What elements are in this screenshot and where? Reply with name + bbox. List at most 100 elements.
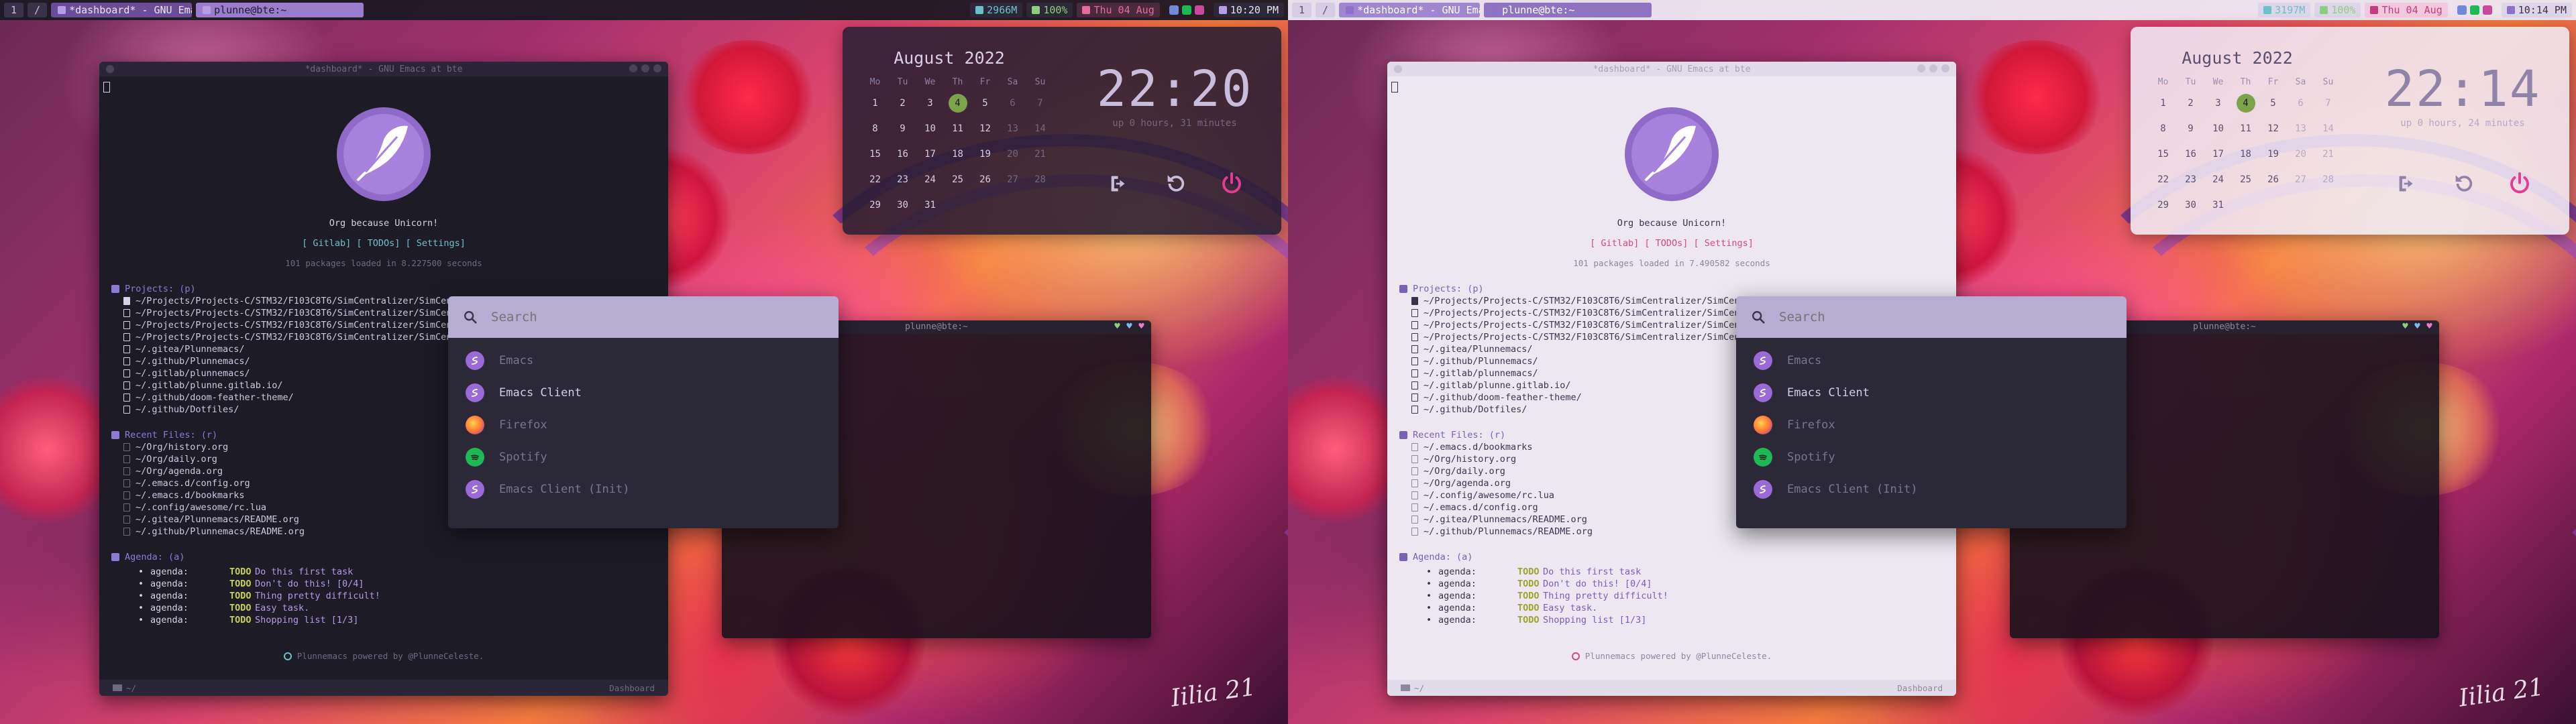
logout-button[interactable]: [1106, 170, 1132, 197]
calendar-day[interactable]: 6: [2287, 91, 2314, 115]
layout-indicator[interactable]: /: [1316, 3, 1336, 17]
agenda-item[interactable]: • agenda: TODO Easy task.: [1399, 602, 1944, 614]
calendar-day[interactable]: 19: [971, 142, 999, 166]
logout-button[interactable]: [2394, 170, 2420, 197]
calendar-day[interactable]: 29: [861, 193, 889, 217]
calendar-day[interactable]: 28: [2314, 168, 2342, 192]
heart-green-icon[interactable]: ♥: [2401, 322, 2410, 331]
calendar-today[interactable]: 4: [944, 91, 971, 115]
emacs-titlebar[interactable]: *dashboard* - GNU Emacs at bte: [99, 62, 668, 76]
layout-indicator[interactable]: /: [28, 3, 48, 17]
agenda-item[interactable]: • agenda: TODO Do this first task: [111, 566, 656, 578]
calendar-day[interactable]: 18: [944, 142, 971, 166]
heart-blue-icon[interactable]: ♥: [2413, 322, 2422, 331]
calendar-day[interactable]: 23: [2177, 168, 2204, 192]
agenda-item[interactable]: • agenda: TODO Don't do this! [0/4]: [1399, 578, 1944, 590]
restart-button[interactable]: [1162, 170, 1189, 197]
agenda-item[interactable]: • agenda: TODO Thing pretty difficult!: [111, 590, 656, 602]
calendar-day[interactable]: 20: [2287, 142, 2314, 166]
launcher-item[interactable]: Spotify: [448, 441, 839, 473]
calendar-day[interactable]: 20: [999, 142, 1026, 166]
calendar-day[interactable]: 10: [916, 117, 944, 141]
calendar-day[interactable]: 21: [2314, 142, 2342, 166]
launcher-search-row[interactable]: [1736, 296, 2127, 338]
calendar-day[interactable]: 11: [944, 117, 971, 141]
calendar-day[interactable]: 30: [2177, 193, 2204, 217]
calendar-day[interactable]: 17: [916, 142, 944, 166]
launcher-item[interactable]: Firefox: [448, 409, 839, 441]
calendar-day[interactable]: 2: [889, 91, 916, 115]
launcher-item[interactable]: Emacs: [1736, 345, 2127, 377]
maximize-icon[interactable]: [641, 64, 649, 72]
agenda-item[interactable]: • agenda: TODO Shopping list [1/3]: [111, 614, 656, 626]
close-icon[interactable]: [653, 64, 661, 72]
taskbar-item-emacs[interactable]: *dashboard* - GNU Emacs…: [51, 3, 193, 17]
emacs-titlebar[interactable]: *dashboard* - GNU Emacs at bte: [1387, 62, 1956, 76]
calendar-day[interactable]: 22: [861, 168, 889, 192]
calendar-day[interactable]: 2: [2177, 91, 2204, 115]
calendar-day[interactable]: 21: [1026, 142, 1054, 166]
calendar-day[interactable]: 7: [1026, 91, 1054, 115]
calendar-day[interactable]: 1: [2149, 91, 2177, 115]
heart-blue-icon[interactable]: ♥: [1125, 322, 1134, 331]
calendar-day[interactable]: 26: [2259, 168, 2287, 192]
discord-icon[interactable]: [1169, 5, 1179, 15]
spotify-tray-icon[interactable]: [2469, 5, 2479, 15]
calendar-day[interactable]: 9: [2177, 117, 2204, 141]
calendar-day[interactable]: 28: [1026, 168, 1054, 192]
calendar-day[interactable]: 24: [916, 168, 944, 192]
tag-indicator[interactable]: 1: [4, 3, 24, 17]
calendar-day[interactable]: 22: [2149, 168, 2177, 192]
taskbar-item-terminal[interactable]: plunne@bte:~: [1484, 3, 1652, 17]
calendar-day[interactable]: 30: [889, 193, 916, 217]
launcher-item[interactable]: Emacs Client: [1736, 377, 2127, 409]
agenda-item[interactable]: • agenda: TODO Do this first task: [1399, 566, 1944, 578]
agenda-item[interactable]: • agenda: TODO Shopping list [1/3]: [1399, 614, 1944, 626]
spotify-tray-icon[interactable]: [1181, 5, 1191, 15]
calendar-day[interactable]: 14: [1026, 117, 1054, 141]
taskbar-item-emacs[interactable]: *dashboard* - GNU Emacs…: [1339, 3, 1481, 17]
heart-pink-icon[interactable]: ♥: [1137, 322, 1146, 331]
dashboard-links[interactable]: [ Gitlab] [ TODOs] [ Settings]: [1399, 237, 1944, 249]
calendar-day[interactable]: 19: [2259, 142, 2287, 166]
calendar-today[interactable]: 4: [2232, 91, 2259, 115]
launcher-item[interactable]: Firefox: [1736, 409, 2127, 441]
dashboard-links[interactable]: [ Gitlab] [ TODOs] [ Settings]: [111, 237, 656, 249]
shutdown-button[interactable]: [2506, 170, 2533, 197]
calendar-day[interactable]: 24: [2204, 168, 2232, 192]
calendar-day[interactable]: 17: [2204, 142, 2232, 166]
calendar-day[interactable]: 27: [999, 168, 1026, 192]
heart-pink-icon[interactable]: ♥: [2425, 322, 2434, 331]
launcher-item[interactable]: Emacs Client (Init): [1736, 473, 2127, 505]
calendar-day[interactable]: 13: [999, 117, 1026, 141]
calendar-day[interactable]: 5: [2259, 91, 2287, 115]
calendar-day[interactable]: 3: [2204, 91, 2232, 115]
calendar-day[interactable]: 31: [2204, 193, 2232, 217]
calendar-day[interactable]: 15: [861, 142, 889, 166]
restart-button[interactable]: [2450, 170, 2477, 197]
calendar-day[interactable]: 16: [2177, 142, 2204, 166]
minimize-icon[interactable]: [629, 64, 637, 72]
network-icon[interactable]: [2482, 5, 2492, 15]
taskbar-item-terminal[interactable]: plunne@bte:~: [196, 3, 364, 17]
calendar-day[interactable]: 14: [2314, 117, 2342, 141]
search-input[interactable]: [1778, 309, 2076, 325]
calendar-day[interactable]: 5: [971, 91, 999, 115]
calendar-day[interactable]: 3: [916, 91, 944, 115]
minimize-icon[interactable]: [1917, 64, 1925, 72]
calendar-day[interactable]: 25: [2232, 168, 2259, 192]
calendar-day[interactable]: 31: [916, 193, 944, 217]
calendar-day[interactable]: 18: [2232, 142, 2259, 166]
launcher-item[interactable]: Emacs Client (Init): [448, 473, 839, 505]
calendar-day[interactable]: 11: [2232, 117, 2259, 141]
agenda-item[interactable]: • agenda: TODO Easy task.: [111, 602, 656, 614]
agenda-item[interactable]: • agenda: TODO Don't do this! [0/4]: [111, 578, 656, 590]
calendar-day[interactable]: 7: [2314, 91, 2342, 115]
calendar-day[interactable]: 10: [2204, 117, 2232, 141]
calendar-day[interactable]: 25: [944, 168, 971, 192]
network-icon[interactable]: [1194, 5, 1204, 15]
calendar-day[interactable]: 16: [889, 142, 916, 166]
calendar-day[interactable]: 8: [861, 117, 889, 141]
calendar-day[interactable]: 29: [2149, 193, 2177, 217]
agenda-item[interactable]: • agenda: TODO Thing pretty difficult!: [1399, 590, 1944, 602]
